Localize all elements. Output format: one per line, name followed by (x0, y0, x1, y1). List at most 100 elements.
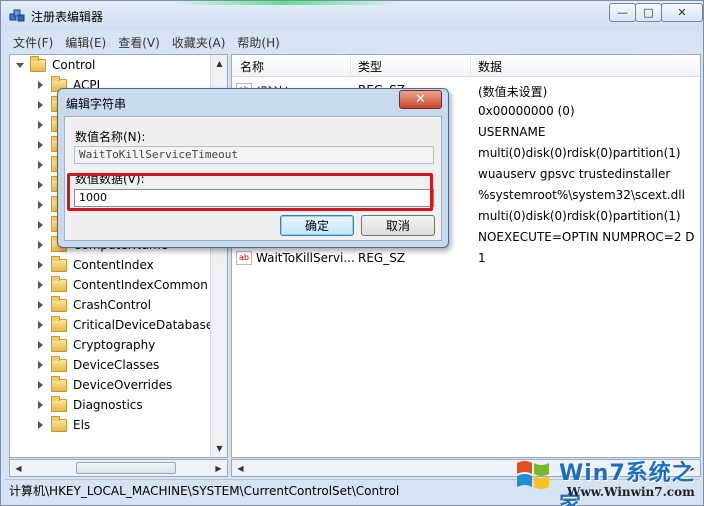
list-header: 名称 类型 数据 (232, 55, 700, 77)
expand-icon[interactable] (38, 221, 43, 229)
expand-icon[interactable] (38, 161, 43, 169)
value-data: %systemroot%\system32\scext.dll (478, 188, 685, 202)
expand-icon[interactable] (38, 401, 43, 409)
window-title: 注册表编辑器 (31, 10, 104, 24)
value-name-field: WaitToKillServiceTimeout (74, 146, 434, 164)
expand-icon[interactable] (38, 121, 43, 129)
folder-icon (51, 335, 67, 352)
expand-icon[interactable] (38, 341, 43, 349)
folder-icon (51, 415, 67, 432)
minimize-button[interactable]: — (609, 3, 636, 22)
tree-item[interactable]: CriticalDeviceDatabase (38, 315, 213, 335)
column-divider[interactable] (470, 55, 471, 77)
tree-item[interactable]: DeviceClasses (38, 355, 159, 375)
tree-item-control[interactable]: Control (16, 55, 96, 75)
tree-item[interactable]: CrashControl (38, 295, 151, 315)
expand-icon[interactable] (38, 181, 43, 189)
expand-icon[interactable] (38, 361, 43, 369)
value-data: NOEXECUTE=OPTIN NUMPROC=2 D (478, 230, 695, 244)
close-icon: ✕ (415, 92, 426, 107)
expand-icon[interactable] (38, 101, 43, 109)
menu-help[interactable]: 帮助(H) (237, 33, 279, 53)
tree-item[interactable]: Cryptography (38, 335, 155, 355)
tree-item-label: CriticalDeviceDatabase (73, 318, 214, 332)
folder-icon (51, 355, 67, 372)
tree-hscroll-thumb[interactable] (76, 462, 176, 474)
collapse-icon[interactable] (16, 62, 24, 68)
value-type: REG_SZ (358, 251, 406, 265)
title-glow (171, 1, 401, 5)
edit-string-dialog: 编辑字符串 ✕ 数值名称(N): WaitToKillServiceTimeou… (57, 88, 449, 248)
tree-item[interactable]: Els (38, 415, 90, 435)
value-data: wuauserv gpsvc trustedinstaller (478, 167, 671, 181)
minimize-icon: — (617, 6, 628, 19)
value-data: 1 (478, 251, 486, 265)
scroll-down-icon[interactable]: ▼ (211, 440, 227, 457)
dialog-close-button[interactable]: ✕ (399, 90, 442, 109)
expand-icon[interactable] (38, 261, 43, 269)
close-button[interactable]: ✕ (661, 3, 703, 22)
expand-icon[interactable] (38, 141, 43, 149)
tree-item-label: DeviceOverrides (73, 378, 173, 392)
regedit-icon (9, 9, 25, 22)
menu-favorites[interactable]: 收藏夹(A) (172, 33, 226, 53)
expand-icon[interactable] (38, 421, 43, 429)
cancel-button[interactable]: 取消 (361, 215, 435, 236)
tree-item[interactable]: Diagnostics (38, 395, 143, 415)
folder-icon (51, 315, 67, 332)
expand-icon[interactable] (38, 321, 43, 329)
value-data: USERNAME (478, 125, 546, 139)
value-row[interactable]: ab WaitToKillServi... REG_SZ 1 (232, 249, 700, 269)
dialog-title: 编辑字符串 (66, 97, 127, 111)
menu-bar: 文件(F) 编辑(E) 查看(V) 收藏夹(A) 帮助(H) (5, 33, 280, 53)
value-name-label: 数值名称(N): (75, 130, 146, 144)
registry-editor-window: 注册表编辑器 — □ ✕ 文件(F) 编辑(E) 查看(V) 收藏夹(A) 帮助… (0, 0, 704, 506)
tree-item-label: CrashControl (73, 298, 151, 312)
scroll-right-icon[interactable]: ▶ (210, 460, 227, 476)
scroll-up-icon[interactable]: ▲ (211, 55, 227, 72)
tree-item-label: Cryptography (73, 338, 156, 352)
folder-icon (51, 375, 67, 392)
menu-view[interactable]: 查看(V) (118, 33, 160, 53)
tree-item-label: ContentIndex (73, 258, 154, 272)
expand-icon[interactable] (38, 301, 43, 309)
folder-icon (51, 395, 67, 412)
tree-item-label: ContentIndexCommon (73, 278, 208, 292)
ok-button[interactable]: 确定 (280, 215, 354, 236)
title-bar: 注册表编辑器 — □ ✕ (1, 1, 703, 31)
column-type[interactable]: 类型 (358, 58, 382, 75)
value-name: WaitToKillServi... (256, 251, 355, 265)
column-divider[interactable] (350, 55, 351, 77)
maximize-icon: □ (643, 6, 654, 19)
tree-item-label: Control (52, 58, 96, 72)
tree-item[interactable]: DeviceOverrides (38, 375, 172, 395)
column-name[interactable]: 名称 (240, 58, 264, 75)
menu-file[interactable]: 文件(F) (13, 33, 53, 53)
tree-item[interactable]: ContentIndex (38, 255, 154, 275)
folder-open-icon (30, 55, 46, 72)
close-icon: ✕ (677, 6, 687, 19)
expand-icon[interactable] (38, 241, 43, 249)
folder-icon (51, 295, 67, 312)
expand-icon[interactable] (38, 381, 43, 389)
tree-horizontal-scrollbar[interactable]: ◀ ▶ (9, 459, 228, 477)
value-data: 0x00000000 (0) (478, 104, 575, 118)
expand-icon[interactable] (38, 281, 43, 289)
value-data: multi(0)disk(0)rdisk(0)partition(1) (478, 209, 681, 223)
maximize-button[interactable]: □ (635, 3, 662, 22)
tree-item[interactable]: ContentIndexCommon (38, 275, 208, 295)
folder-icon (51, 255, 67, 272)
expand-icon[interactable] (38, 201, 43, 209)
folder-icon (51, 275, 67, 292)
menu-edit[interactable]: 编辑(E) (65, 33, 106, 53)
highlight-box (67, 173, 433, 211)
watermark: Win7系统之家 Www.Winwin7.com (511, 451, 704, 506)
value-data: multi(0)disk(0)rdisk(0)partition(1) (478, 146, 681, 160)
scroll-left-icon[interactable]: ◀ (232, 460, 249, 476)
expand-icon[interactable] (38, 81, 43, 89)
tree-item-label: Diagnostics (73, 398, 143, 412)
scroll-left-icon[interactable]: ◀ (10, 460, 27, 476)
tree-item-label: Els (73, 418, 91, 432)
value-data: (数值未设置) (478, 85, 548, 99)
column-data[interactable]: 数据 (478, 58, 502, 75)
